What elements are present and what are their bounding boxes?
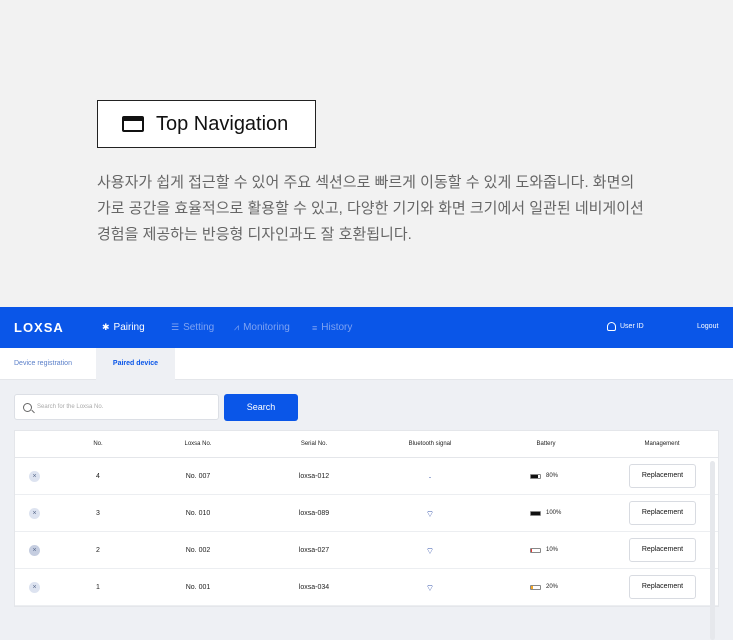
battery-indicator: 20% bbox=[530, 584, 558, 590]
wifi-icon: ⌔ bbox=[425, 583, 435, 593]
window-icon bbox=[122, 116, 144, 132]
chart-icon: ⩘ bbox=[234, 322, 240, 332]
remove-icon[interactable]: × bbox=[29, 582, 40, 593]
nav-item-monitoring[interactable]: ⩘ Monitoring bbox=[234, 322, 290, 333]
replacement-button[interactable]: Replacement bbox=[629, 575, 696, 599]
wifi-icon: ⌔ bbox=[425, 509, 435, 519]
cell-no: 4 bbox=[96, 473, 100, 480]
logout-button[interactable]: Logout bbox=[697, 323, 718, 330]
nav-item-label: History bbox=[321, 322, 353, 333]
user-icon bbox=[607, 322, 616, 331]
wifi-icon: ⌔ bbox=[425, 546, 435, 556]
nav-item-history[interactable]: ≡ History bbox=[312, 322, 352, 333]
column-header: Loxsa No. bbox=[184, 441, 212, 447]
table-row: × 1 No. 001 loxsa-034 ⌔ 20% Replacement bbox=[15, 569, 718, 606]
search-icon bbox=[23, 402, 32, 412]
column-header: Serial No. bbox=[300, 441, 328, 447]
cell-serial: loxsa-012 bbox=[298, 473, 330, 480]
nav-item-setting[interactable]: ☰ Setting bbox=[171, 322, 214, 333]
cell-no: 3 bbox=[96, 510, 100, 517]
list-icon: ≡ bbox=[312, 322, 318, 333]
cell-no: 1 bbox=[96, 584, 100, 591]
battery-fill bbox=[531, 511, 540, 515]
table-row: × 2 No. 002 loxsa-027 ⌔ 10% Replacement bbox=[15, 532, 718, 569]
bluetooth-icon: ✱ bbox=[102, 322, 110, 332]
cell-loxsa-no: No. 010 bbox=[185, 510, 211, 517]
battery-percent: 100% bbox=[546, 510, 562, 516]
tab-device-registration[interactable]: Device registration bbox=[14, 348, 72, 380]
table-header: No. Loxsa No. Serial No. Bluetooth signa… bbox=[15, 431, 718, 458]
cell-loxsa-no: No. 002 bbox=[185, 547, 211, 554]
user-menu[interactable]: User ID bbox=[607, 322, 644, 331]
remove-icon[interactable]: × bbox=[29, 471, 40, 482]
battery-indicator: 80% bbox=[530, 473, 558, 479]
battery-fill bbox=[531, 585, 533, 589]
app-preview: LOXSA ✱ Pairing ☰ Setting ⩘ Monitoring ≡… bbox=[0, 307, 733, 640]
search-placeholder: Search for the Loxsa No. bbox=[37, 404, 104, 410]
cell-serial: loxsa-034 bbox=[298, 584, 330, 591]
sliders-icon: ☰ bbox=[171, 322, 180, 332]
table-row: × 4 No. 007 loxsa-012 · 80% Replacement bbox=[15, 458, 718, 495]
column-header: No. bbox=[93, 441, 103, 447]
tab-bar: Device registration Paired device bbox=[0, 348, 733, 380]
cell-serial: loxsa-027 bbox=[298, 547, 330, 554]
replacement-button[interactable]: Replacement bbox=[629, 501, 696, 525]
battery-percent: 10% bbox=[546, 547, 559, 553]
battery-indicator: 100% bbox=[530, 510, 561, 516]
battery-fill bbox=[531, 474, 539, 478]
nav-item-label: Setting bbox=[183, 322, 215, 333]
battery-indicator: 10% bbox=[530, 547, 558, 553]
cell-loxsa-no: No. 007 bbox=[185, 473, 211, 480]
battery-icon bbox=[530, 584, 541, 590]
nav-item-label: Monitoring bbox=[243, 322, 290, 333]
search-input[interactable]: Search for the Loxsa No. bbox=[14, 394, 219, 420]
battery-fill bbox=[531, 548, 532, 552]
search-button[interactable]: Search bbox=[224, 394, 298, 421]
logo: LOXSA bbox=[14, 320, 64, 335]
cell-no: 2 bbox=[96, 547, 100, 554]
tab-paired-device[interactable]: Paired device bbox=[96, 348, 175, 380]
cell-serial: loxsa-089 bbox=[298, 510, 330, 517]
column-header: Bluetooth signal bbox=[408, 441, 452, 447]
replacement-button[interactable]: Replacement bbox=[629, 538, 696, 562]
hero-title-box: Top Navigation bbox=[97, 100, 316, 148]
device-table: No. Loxsa No. Serial No. Bluetooth signa… bbox=[14, 430, 719, 607]
battery-percent: 20% bbox=[546, 584, 559, 590]
replacement-button[interactable]: Replacement bbox=[629, 464, 696, 488]
nav-item-pairing[interactable]: ✱ Pairing bbox=[102, 322, 145, 333]
column-header: Management bbox=[644, 441, 680, 447]
remove-icon[interactable]: × bbox=[29, 545, 40, 556]
hero-description: 사용자가 쉽게 접근할 수 있어 주요 섹션으로 빠르게 이동할 수 있게 도와… bbox=[97, 174, 644, 243]
signal-weak-icon: · bbox=[428, 472, 432, 482]
battery-icon bbox=[530, 510, 541, 516]
battery-icon bbox=[530, 473, 541, 479]
top-navigation: LOXSA ✱ Pairing ☰ Setting ⩘ Monitoring ≡… bbox=[0, 307, 733, 348]
table-scrollbar[interactable] bbox=[710, 461, 715, 640]
user-id-label: User ID bbox=[620, 323, 644, 330]
battery-percent: 80% bbox=[546, 473, 559, 479]
column-header: Battery bbox=[536, 441, 556, 447]
cell-loxsa-no: No. 001 bbox=[185, 584, 211, 591]
hero-title: Top Navigation bbox=[156, 112, 289, 135]
remove-icon[interactable]: × bbox=[29, 508, 40, 519]
battery-icon bbox=[530, 547, 541, 553]
table-row: × 3 No. 010 loxsa-089 ⌔ 100% Replacement bbox=[15, 495, 718, 532]
nav-item-label: Pairing bbox=[113, 322, 145, 333]
